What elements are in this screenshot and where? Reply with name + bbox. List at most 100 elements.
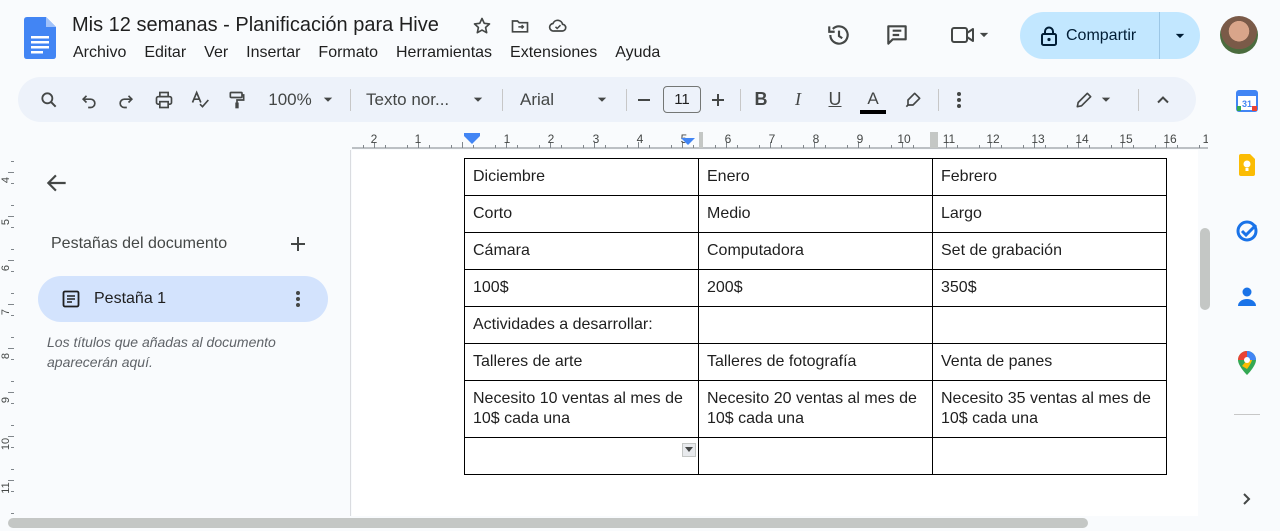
horizontal-ruler[interactable]: 2 1 1 2 3 4 5 6 7 8 9 10 11 12 13 14 15 … [352, 128, 1210, 150]
star-icon[interactable] [470, 14, 494, 38]
undo-button[interactable] [74, 77, 104, 122]
table-cell[interactable]: 350$ [932, 269, 1167, 307]
font-select[interactable]: Arial [512, 77, 616, 122]
table-cell[interactable] [464, 437, 699, 475]
menu-herramientas[interactable]: Herramientas [387, 42, 501, 64]
redo-button[interactable] [111, 77, 141, 122]
content-table[interactable]: Diciembre Enero Febrero Corto Medio Largo Cáma… [464, 158, 1167, 475]
table-cell[interactable]: Necesito 35 ventas al mes de 10$ cada un… [932, 380, 1167, 438]
search-menus-button[interactable] [34, 77, 64, 122]
menu-archivo[interactable]: Archivo [64, 42, 135, 64]
tab-pestana-1[interactable]: Pestaña 1 [38, 276, 328, 322]
vertical-scrollbar[interactable] [1200, 228, 1210, 310]
table-cell[interactable]: Necesito 20 ventas al mes de 10$ cada un… [698, 380, 933, 438]
left-indent-marker[interactable] [464, 136, 480, 144]
maps-icon[interactable] [1236, 351, 1258, 375]
table-cell[interactable]: Talleres de fotografía [698, 343, 933, 381]
table-cell[interactable]: Febrero [932, 158, 1167, 196]
spelling-button[interactable] [185, 77, 215, 122]
menu-formato[interactable]: Formato [309, 42, 387, 64]
move-to-folder-icon[interactable] [508, 14, 532, 38]
table-cell[interactable]: Cámara [464, 232, 699, 270]
divider [626, 89, 627, 111]
table-cell[interactable]: Enero [698, 158, 933, 196]
menu-insertar[interactable]: Insertar [237, 42, 309, 64]
underline-button[interactable]: U [822, 77, 848, 122]
table-cell[interactable] [698, 306, 933, 344]
more-options-button[interactable] [946, 77, 972, 122]
close-sidebar-button[interactable] [44, 170, 74, 200]
table-cell[interactable] [932, 306, 1167, 344]
vruler-label: 9 [0, 397, 12, 403]
paragraph-style-select[interactable]: Texto nor... [358, 77, 492, 122]
comments-button[interactable] [877, 15, 917, 55]
cell-dropdown-chip[interactable] [682, 443, 696, 457]
ruler-label: 2 [548, 132, 555, 146]
table-cell[interactable]: 200$ [698, 269, 933, 307]
bold-icon: B [754, 89, 768, 109]
tab-options-button[interactable] [286, 287, 310, 311]
table-cell[interactable]: Computadora [698, 232, 933, 270]
menu-ver[interactable]: Ver [195, 42, 237, 64]
vruler-label: 7 [0, 309, 12, 315]
paint-format-button[interactable] [222, 77, 252, 122]
paint-roller-icon [229, 91, 245, 108]
table-cell[interactable] [932, 437, 1167, 475]
vruler-label: 11 [0, 482, 12, 493]
contacts-icon[interactable] [1236, 286, 1258, 308]
expand-side-panel-button[interactable] [1236, 488, 1258, 510]
title-icons [470, 14, 570, 38]
table-cell[interactable]: Diciembre [464, 158, 699, 196]
document-page[interactable]: Diciembre Enero Febrero Corto Medio Largo Cáma… [352, 150, 1198, 516]
first-line-indent-marker[interactable] [464, 133, 480, 136]
font-size-input[interactable]: 11 [663, 86, 701, 113]
table-cell[interactable]: Necesito 10 ventas al mes de 10$ cada un… [464, 380, 699, 438]
tasks-icon[interactable] [1236, 220, 1258, 242]
italic-button[interactable]: I [785, 77, 811, 122]
version-history-button[interactable] [819, 15, 859, 55]
calendar-icon[interactable]: 31 [1236, 90, 1258, 112]
menu-editar[interactable]: Editar [135, 42, 195, 64]
zoom-select[interactable]: 100% [262, 77, 340, 122]
table-cell[interactable] [698, 437, 933, 475]
ruler-label: 1 [504, 132, 511, 146]
share-label: Compartir [1066, 26, 1137, 44]
menu-extensiones[interactable]: Extensiones [501, 42, 606, 64]
highlight-button[interactable] [898, 77, 928, 122]
cloud-status-icon[interactable] [546, 14, 570, 38]
document-title[interactable]: Mis 12 semanas - Planificación para Hive [72, 14, 439, 37]
tab-label: Pestaña 1 [94, 290, 167, 307]
table-cell[interactable]: Venta de panes [932, 343, 1167, 381]
hide-menus-button[interactable] [1150, 77, 1176, 122]
table-row [464, 437, 1167, 475]
keep-icon[interactable] [1236, 154, 1258, 176]
table-cell[interactable]: 100$ [464, 269, 699, 307]
column-separator[interactable] [930, 132, 938, 148]
share-button[interactable]: Compartir [1020, 12, 1160, 59]
text-color-button[interactable]: A [858, 77, 888, 122]
editing-mode-button[interactable] [1068, 77, 1118, 122]
horizontal-scrollbar[interactable] [8, 518, 1088, 528]
table-cell[interactable]: Talleres de arte [464, 343, 699, 381]
table-cell[interactable]: Actividades a desarrollar: [464, 306, 699, 344]
print-button[interactable] [149, 77, 179, 122]
increase-font-size-button[interactable] [706, 77, 730, 122]
docs-logo-icon[interactable] [24, 17, 56, 59]
meet-button[interactable] [940, 15, 1000, 55]
table-cell[interactable]: Largo [932, 195, 1167, 233]
avatar[interactable] [1220, 16, 1258, 54]
table-cell[interactable]: Set de grabación [932, 232, 1167, 270]
chevron-down-icon [1175, 33, 1185, 38]
ruler-label: 8 [813, 132, 820, 146]
vruler-label: 5 [0, 219, 12, 225]
decrease-font-size-button[interactable] [632, 77, 656, 122]
table-cell[interactable]: Corto [464, 195, 699, 233]
menu-ayuda[interactable]: Ayuda [606, 42, 669, 64]
share-dropdown-button[interactable] [1160, 12, 1200, 59]
bold-button[interactable]: B [748, 77, 774, 122]
add-tab-button[interactable] [286, 232, 310, 256]
table-cell[interactable]: Medio [698, 195, 933, 233]
column-separator[interactable] [699, 132, 703, 148]
plus-icon [712, 93, 724, 106]
divider [1234, 414, 1260, 415]
